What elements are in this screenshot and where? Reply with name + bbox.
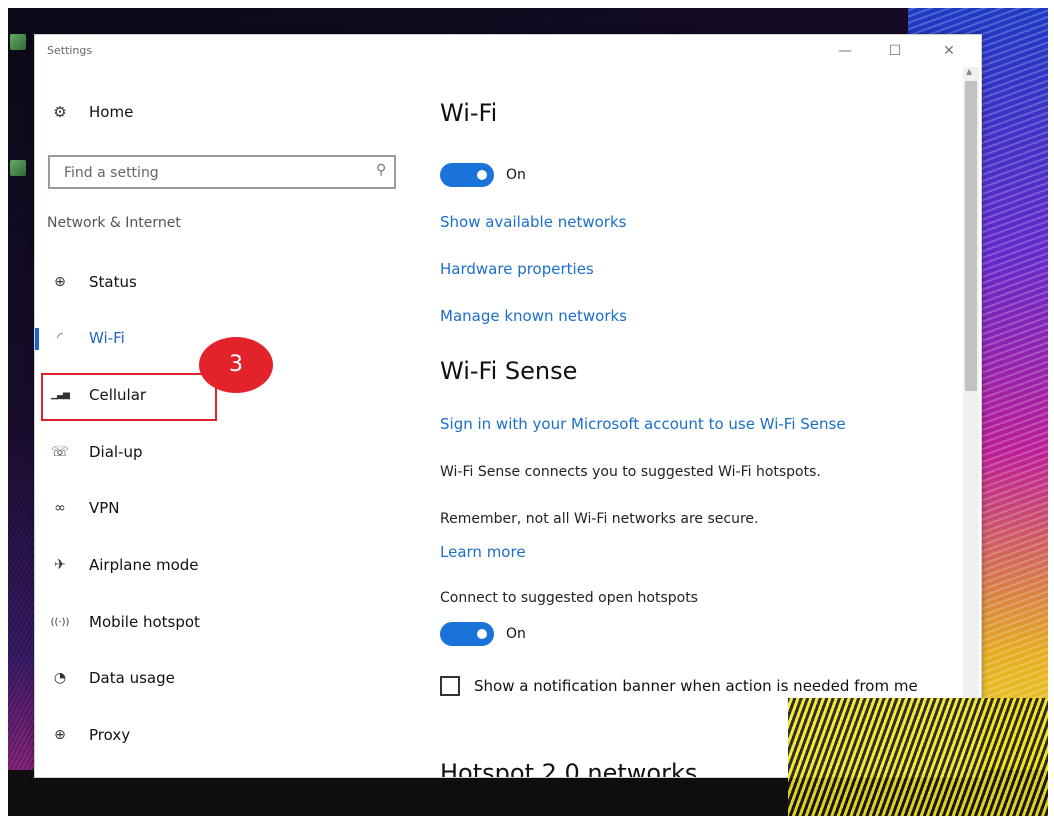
- search-icon[interactable]: ⚲: [376, 162, 386, 178]
- toggle-knob: [477, 170, 487, 180]
- active-indicator: [35, 328, 39, 350]
- search-input[interactable]: [62, 161, 366, 185]
- notification-checkbox-label: Show a notification banner when action i…: [474, 677, 918, 695]
- desktop-screen: Settings — ☐ ✕ ⚙ Home ⚲ Network & Intern…: [8, 8, 1048, 816]
- sidebar-item-mobile-hotspot[interactable]: ((·)) Mobile hotspot: [35, 602, 415, 642]
- vpn-icon: ∞: [54, 500, 66, 516]
- notification-checkbox-row[interactable]: Show a notification banner when action i…: [440, 676, 918, 696]
- step-number-badge: 3: [199, 337, 273, 393]
- notification-checkbox[interactable]: [440, 676, 460, 696]
- wifi-icon: ◜: [57, 330, 63, 346]
- sidebar-item-data-usage[interactable]: ◔ Data usage: [35, 658, 415, 698]
- connect-toggle-label: On: [506, 626, 526, 642]
- sidebar-item-label: Data usage: [89, 669, 175, 687]
- wifi-toggle-switch[interactable]: [440, 163, 494, 187]
- wifi-sense-description: Wi-Fi Sense connects you to suggested Wi…: [440, 464, 821, 480]
- home-nav[interactable]: ⚙ Home: [49, 99, 133, 125]
- tutorial-highlight-box: [41, 373, 217, 421]
- sidebar-item-label: Status: [89, 273, 137, 291]
- home-label: Home: [89, 103, 134, 121]
- toggle-knob: [477, 629, 487, 639]
- settings-window: Settings — ☐ ✕ ⚙ Home ⚲ Network & Intern…: [34, 34, 982, 778]
- wifi-sense-heading: Wi-Fi Sense: [440, 357, 578, 385]
- maximize-button[interactable]: ☐: [881, 39, 909, 63]
- sidebar-item-dialup[interactable]: ☏ Dial-up: [35, 432, 415, 472]
- scroll-thumb[interactable]: [965, 81, 977, 391]
- scroll-down-arrow-icon[interactable]: ▼: [966, 768, 972, 777]
- sidebar-item-label: Proxy: [89, 726, 131, 744]
- data-usage-icon: ◔: [53, 670, 67, 686]
- desktop-app-icon[interactable]: [10, 34, 26, 50]
- sidebar-item-vpn[interactable]: ∞ VPN: [35, 488, 415, 528]
- vertical-scrollbar[interactable]: ▲ ▼: [963, 67, 979, 777]
- sidebar-item-proxy[interactable]: ⊕ Proxy: [35, 715, 415, 755]
- sidebar-item-label: Dial-up: [89, 443, 143, 461]
- sidebar-item-status[interactable]: ⊕ Status: [35, 262, 415, 302]
- sidebar-item-label: Airplane mode: [89, 556, 199, 574]
- hardware-properties-link[interactable]: Hardware properties: [440, 260, 594, 278]
- title-bar: Settings — ☐ ✕: [35, 35, 981, 67]
- connect-hotspots-toggle-switch[interactable]: [440, 622, 494, 646]
- wifi-toggle-label: On: [506, 167, 526, 183]
- section-heading: Network & Internet: [47, 215, 181, 231]
- proxy-globe-icon: ⊕: [54, 727, 66, 743]
- sidebar-item-airplane-mode[interactable]: ✈ Airplane mode: [35, 545, 415, 585]
- sidebar: ⚙ Home ⚲ Network & Internet ⊕ Status ◜ W…: [35, 67, 415, 777]
- close-button[interactable]: ✕: [935, 39, 963, 63]
- sidebar-item-label: Wi-Fi: [89, 329, 125, 347]
- window-title: Settings: [47, 44, 93, 57]
- desktop-app-icon[interactable]: [10, 160, 26, 176]
- gear-icon: ⚙: [53, 103, 67, 121]
- sidebar-item-label: Mobile hotspot: [89, 613, 200, 631]
- search-box[interactable]: ⚲: [48, 155, 396, 189]
- scroll-up-arrow-icon[interactable]: ▲: [966, 67, 972, 76]
- sidebar-item-label: VPN: [89, 499, 120, 517]
- wifi-heading: Wi-Fi: [440, 99, 498, 127]
- connect-hotspots-toggle-row: On: [440, 622, 526, 646]
- wifi-toggle-row: On: [440, 163, 526, 187]
- learn-more-link[interactable]: Learn more: [440, 543, 526, 561]
- mobile-hotspot-icon: ((·)): [50, 616, 70, 628]
- desktop-icons: [8, 28, 28, 180]
- sign-in-microsoft-link[interactable]: Sign in with your Microsoft account to u…: [440, 415, 846, 433]
- main-content: Wi-Fi On Show available networks Hardwar…: [440, 67, 960, 777]
- manage-known-networks-link[interactable]: Manage known networks: [440, 307, 627, 325]
- wifi-security-warning: Remember, not all Wi-Fi networks are sec…: [440, 511, 759, 527]
- photo-frame: Settings — ☐ ✕ ⚙ Home ⚲ Network & Intern…: [0, 0, 1054, 817]
- globe-status-icon: ⊕: [54, 274, 66, 290]
- show-available-networks-link[interactable]: Show available networks: [440, 213, 626, 231]
- airplane-icon: ✈: [54, 557, 66, 573]
- hotspot-heading: Hotspot 2.0 networks: [440, 759, 698, 778]
- connect-hotspots-label: Connect to suggested open hotspots: [440, 590, 698, 606]
- dialup-phone-icon: ☏: [51, 444, 69, 460]
- minimize-button[interactable]: —: [831, 39, 859, 63]
